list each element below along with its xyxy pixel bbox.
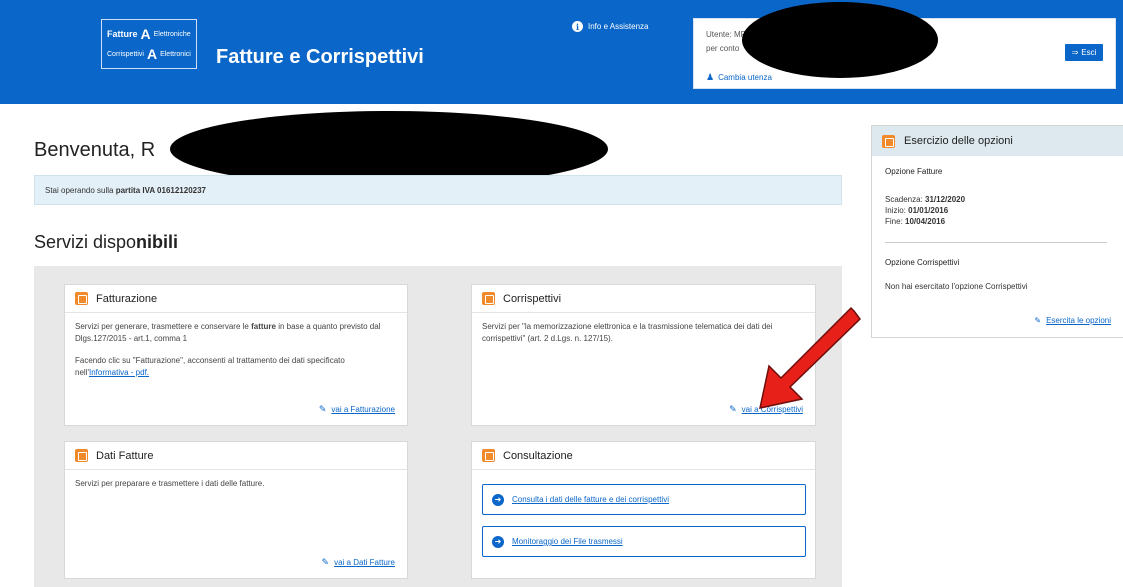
- arrow-right-circle-icon: ➜: [492, 493, 504, 506]
- consulta-dati-button[interactable]: ➜ Consulta i dati delle fatture e dei co…: [482, 484, 806, 515]
- option-dates: Scadenza: 31/12/2020 Inizio: 01/01/2016 …: [885, 194, 1110, 227]
- logo-a-mark-icon: A: [146, 46, 158, 62]
- logo-line-corrispettivi: Corrispettivi A Elettronici: [107, 44, 191, 64]
- arrow-right-circle-icon: ➜: [492, 535, 504, 548]
- card-body: Servizi per generare, trasmettere e cons…: [65, 313, 407, 387]
- info-icon: i: [572, 21, 583, 32]
- partita-prefix: Stai operando sulla: [45, 186, 116, 195]
- card-b-icon: [482, 292, 495, 305]
- logo-text-corrispettivi: Corrispettivi: [107, 50, 144, 58]
- services-heading: Servizi disponibili: [34, 232, 178, 253]
- informativa-link[interactable]: Informativa - pdf.: [89, 368, 149, 377]
- info-link-label: Info e Assistenza: [588, 22, 649, 31]
- option-corrispettivi-text: Non hai esercitato l'opzione Corrispetti…: [885, 282, 1028, 291]
- fine-label: Fine:: [885, 217, 906, 226]
- user-name-line: Utente: MR: [706, 30, 747, 39]
- info-assistance-link[interactable]: i Info e Assistenza: [572, 21, 648, 32]
- edit-icon: ✎: [1034, 316, 1042, 325]
- option-corrispettivi-title: Opzione Corrispettivi: [885, 258, 960, 267]
- partita-iva-value: partita IVA 01612120237: [115, 186, 206, 195]
- options-panel-header: Esercizio delle opzioni: [872, 126, 1123, 156]
- card-fatturazione: Fatturazione Servizi per generare, trasm…: [64, 284, 408, 426]
- card-link-label: vai a Fatturazione: [331, 405, 395, 414]
- logo-line-fatture: Fatture A Elettroniche: [107, 24, 191, 44]
- go-fatturazione-link[interactable]: ✎ vai a Fatturazione: [319, 404, 395, 415]
- options-panel: Esercizio delle opzioni Opzione Fatture …: [871, 125, 1123, 338]
- logo-a-mark-icon: A: [140, 26, 151, 42]
- card-body: Servizi per preparare e trasmettere i da…: [65, 470, 407, 498]
- monitoraggio-file-button[interactable]: ➜ Monitoraggio dei File trasmessi: [482, 526, 806, 557]
- esercita-opzioni-link[interactable]: ✎ Esercita le opzioni: [1034, 316, 1111, 325]
- services-heading-part2: nibili: [136, 232, 179, 252]
- inizio-row: Inizio: 01/01/2016: [885, 205, 1110, 216]
- button-label: Consulta i dati delle fatture e dei corr…: [512, 495, 669, 504]
- inizio-value: 01/01/2016: [908, 206, 949, 215]
- edit-icon: ✎: [318, 404, 327, 414]
- go-dati-fatture-link[interactable]: ✎ vai a Dati Fatture: [322, 557, 395, 568]
- partita-iva-banner: Stai operando sulla partita IVA 01612120…: [34, 175, 842, 205]
- scadenza-value: 31/12/2020: [925, 195, 966, 204]
- users-icon: ♟: [706, 72, 715, 82]
- divider: [885, 242, 1107, 243]
- card-b-icon: [75, 292, 88, 305]
- app-title: Fatture e Corrispettivi: [216, 46, 424, 68]
- fine-row: Fine: 10/04/2016: [885, 216, 1110, 227]
- card-title: Corrispettivi: [503, 292, 562, 305]
- option-fatture-title: Opzione Fatture: [885, 167, 943, 176]
- options-panel-title: Esercizio delle opzioni: [904, 135, 1013, 147]
- card-text: Servizi per generare, trasmettere e cons…: [75, 321, 397, 345]
- card-header: Dati Fatture: [65, 442, 407, 470]
- card-header: Fatturazione: [65, 285, 407, 313]
- fine-value: 10/04/2016: [905, 217, 946, 226]
- card-b-icon: [482, 449, 495, 462]
- change-user-link[interactable]: ♟ Cambia utenza: [706, 72, 772, 83]
- button-label: Monitoraggio dei File trasmessi: [512, 537, 623, 546]
- user-behalf-line: per conto: [706, 44, 740, 53]
- edit-icon: ✎: [729, 404, 737, 414]
- card-consultazione: Consultazione ➜ Consulta i dati delle fa…: [471, 441, 816, 579]
- red-pointer-arrow-shape: [759, 306, 861, 409]
- redaction-user: [742, 2, 938, 78]
- red-pointer-arrow: [759, 306, 861, 409]
- exit-button[interactable]: ⇒ Esci: [1065, 44, 1103, 61]
- card-b-icon: [882, 134, 895, 148]
- card-text: Servizi per preparare e trasmettere i da…: [75, 479, 265, 488]
- options-panel-body: Opzione Fatture Scadenza: 31/12/2020 Ini…: [872, 156, 1123, 300]
- exit-icon: ⇒: [1071, 48, 1079, 57]
- logo[interactable]: Fatture A Elettroniche Corrispettivi A E…: [101, 19, 197, 69]
- logo-text-elettroniche: Elettroniche: [153, 30, 191, 38]
- change-user-label: Cambia utenza: [718, 73, 772, 82]
- card-title: Fatturazione: [96, 292, 158, 305]
- card-link-label: vai a Dati Fatture: [334, 558, 395, 567]
- card-header: Consultazione: [472, 442, 815, 470]
- welcome-heading: Benvenuta, R: [34, 139, 156, 161]
- top-header: Fatture A Elettroniche Corrispettivi A E…: [0, 0, 1123, 104]
- services-heading-part1: Servizi dispo: [34, 232, 137, 252]
- card-b-icon: [75, 449, 88, 462]
- scadenza-row: Scadenza: 31/12/2020: [885, 194, 1110, 205]
- logo-text-fatture: Fatture: [107, 29, 138, 39]
- card-text-part: Servizi per generare, trasmettere e cons…: [75, 322, 252, 331]
- scadenza-label: Scadenza:: [885, 195, 926, 204]
- logo-text-elettronici: Elettronici: [160, 50, 191, 58]
- card-dati-fatture: Dati Fatture Servizi per preparare e tra…: [64, 441, 408, 579]
- exit-label: Esci: [1081, 48, 1097, 57]
- card-title: Dati Fatture: [96, 449, 154, 462]
- card-text-bold: fatture: [251, 322, 276, 331]
- inizio-label: Inizio:: [885, 206, 909, 215]
- side-link-label: Esercita le opzioni: [1046, 316, 1111, 325]
- edit-icon: ✎: [321, 557, 330, 567]
- card-text: Facendo clic su "Fatturazione", acconsen…: [75, 355, 397, 379]
- card-title: Consultazione: [503, 449, 573, 462]
